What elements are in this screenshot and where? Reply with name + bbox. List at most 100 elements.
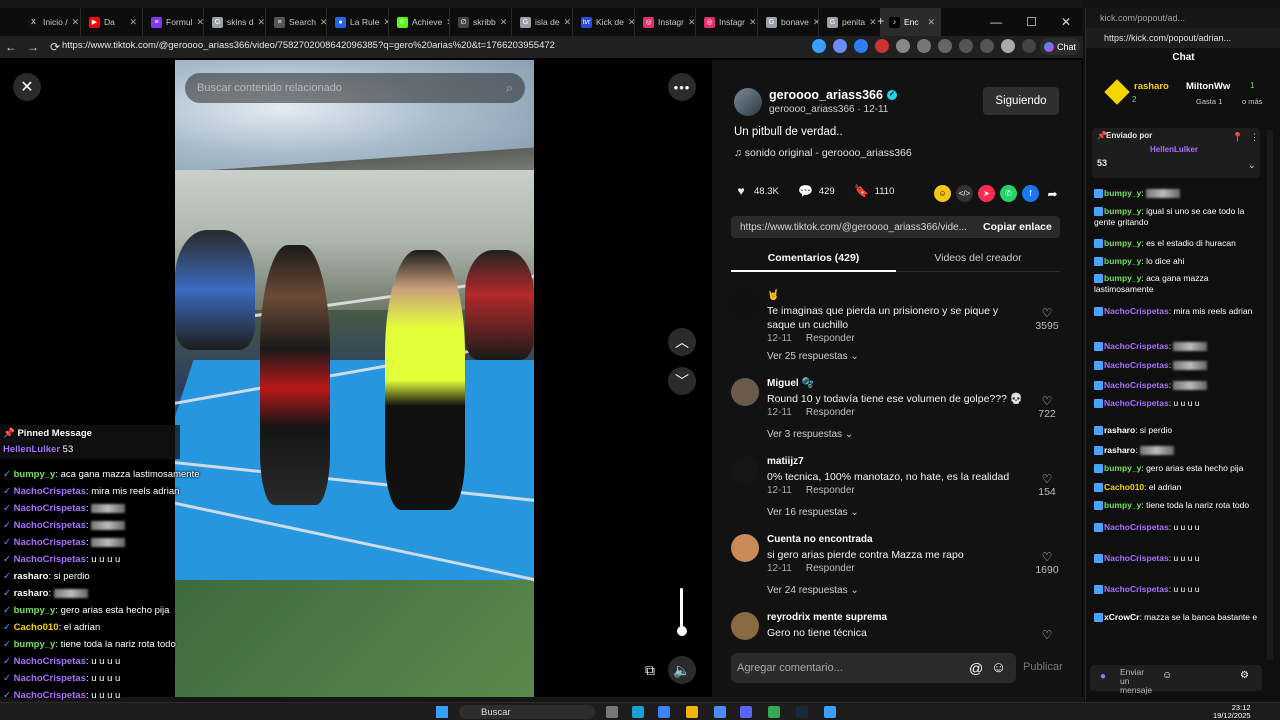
tab-close-icon[interactable]: ✕: [257, 17, 265, 28]
whatsapp-icon[interactable]: ✆: [1000, 185, 1017, 202]
forward-icon[interactable]: →: [22, 40, 44, 54]
browser-tab[interactable]: ∅ skribb ✕: [450, 8, 512, 36]
commenter-name[interactable]: Cuenta no encontrada: [767, 534, 873, 545]
tab-close-icon[interactable]: ✕: [927, 17, 940, 28]
url-field[interactable]: https://www.tiktok.com/@geroooo_ariass36…: [62, 40, 555, 51]
related-search-input[interactable]: Buscar contenido relacionado ⌕: [185, 73, 525, 103]
browser-tab[interactable]: X Inicio / ✕: [20, 8, 81, 36]
commenter-avatar[interactable]: [731, 378, 759, 406]
embed-icon[interactable]: </>: [956, 185, 973, 202]
commenter-avatar[interactable]: [731, 456, 759, 484]
chat-username[interactable]: NachoCrispetas: [1104, 522, 1169, 532]
send-icon[interactable]: ➤: [978, 185, 995, 202]
tab-close-icon[interactable]: ✕: [129, 17, 142, 28]
chat-username[interactable]: bumpy_y: [1104, 256, 1141, 266]
more-menu-icon[interactable]: [1022, 39, 1036, 53]
browser-tab[interactable]: Gisla de ✕: [512, 8, 573, 36]
chat-username[interactable]: NachoCrispetas: [1104, 584, 1169, 594]
discord-icon[interactable]: [740, 706, 752, 718]
new-tab-button[interactable]: +: [877, 14, 884, 28]
kick-chat-scrollbar[interactable]: [1267, 130, 1273, 660]
commenter-avatar[interactable]: [731, 612, 759, 640]
commenter-name[interactable]: matiijz7: [767, 456, 804, 467]
reply-button[interactable]: Responder: [806, 563, 855, 574]
extension-icon[interactable]: [875, 39, 889, 53]
commenter-avatar[interactable]: [731, 290, 759, 318]
tab-close-icon[interactable]: ✕: [320, 17, 326, 28]
comment-icon[interactable]: 💬: [798, 184, 813, 198]
browser-tab[interactable]: ≡ Search ✕: [266, 8, 327, 36]
steam-icon[interactable]: [796, 706, 808, 718]
minimize-icon[interactable]: —: [990, 15, 1002, 29]
chat-username[interactable]: bumpy_y: [1104, 500, 1141, 510]
following-button[interactable]: Siguiendo: [983, 87, 1059, 115]
author-avatar[interactable]: [734, 88, 762, 116]
maximize-icon[interactable]: ☐: [1026, 15, 1037, 29]
extension-icon[interactable]: [917, 39, 931, 53]
comment-like[interactable]: ♡ 154: [1027, 472, 1067, 498]
chat-username[interactable]: bumpy_y: [1104, 188, 1141, 198]
sound-link[interactable]: ♫ sonido original - geroooo_ariass366: [734, 147, 912, 159]
volume-icon[interactable]: 🔈: [668, 656, 696, 684]
chat-username[interactable]: bumpy_y: [1104, 206, 1141, 216]
tab-close-icon[interactable]: ✕: [628, 17, 634, 28]
tab-comments[interactable]: Comentarios (429): [731, 252, 896, 272]
edge-icon[interactable]: [632, 706, 644, 718]
browser-tab[interactable]: ≡ Formul ✕: [143, 8, 204, 36]
tab-close-icon[interactable]: ✕: [500, 17, 511, 28]
commenter-avatar[interactable]: [731, 534, 759, 562]
tab-close-icon[interactable]: ✕: [749, 17, 757, 28]
tab-close-icon[interactable]: ✕: [688, 17, 695, 28]
browser-tab[interactable]: Gpenita ✕: [819, 8, 881, 36]
chat-username[interactable]: NachoCrispetas: [1104, 360, 1169, 370]
chat-username[interactable]: NachoCrispetas: [1104, 341, 1169, 351]
next-video-button[interactable]: ﹀: [668, 367, 696, 395]
tab-close-icon[interactable]: ✕: [564, 17, 572, 28]
kick-url-bar[interactable]: https://kick.com/popout/adrian...: [1086, 28, 1280, 48]
view-replies-button[interactable]: Ver 24 respuestas ⌄: [767, 585, 859, 596]
unpin-icon[interactable]: 📍: [1232, 132, 1243, 143]
taskbar-app-icon[interactable]: [824, 706, 836, 718]
extension-icon[interactable]: [938, 39, 952, 53]
chat-username[interactable]: bumpy_y: [1104, 238, 1141, 248]
extension-icon[interactable]: [896, 39, 910, 53]
chat-username[interactable]: Cacho010: [1104, 482, 1144, 492]
browser-tab[interactable]: KAchieve✕: [389, 8, 450, 36]
chat-username[interactable]: rasharo: [1104, 445, 1135, 455]
volume-slider-thumb[interactable]: [677, 626, 687, 636]
mention-icon[interactable]: @: [969, 660, 983, 676]
browser-tab[interactable]: Gskins d ✕: [204, 8, 266, 36]
author-username[interactable]: geroooo_ariass366 ✓: [769, 88, 897, 102]
browser-tab[interactable]: Gbonave✕: [758, 8, 819, 36]
taskbar-search[interactable]: Buscar: [459, 705, 595, 719]
publish-button[interactable]: Publicar: [1023, 661, 1063, 673]
browser-tab[interactable]: ▶ Da ✕: [81, 8, 143, 36]
chat-username[interactable]: NachoCrispetas: [1104, 398, 1169, 408]
tab-close-icon[interactable]: ✕: [72, 17, 80, 28]
reply-button[interactable]: Responder: [806, 333, 855, 344]
store-icon[interactable]: [658, 706, 670, 718]
browser-tab[interactable]: ●La Rule✕: [327, 8, 389, 36]
search-icon[interactable]: ⌕: [506, 80, 513, 96]
repost-icon[interactable]: ☺: [934, 185, 951, 202]
taskbar-app-icon[interactable]: [606, 706, 618, 718]
browser-tab[interactable]: tvr Kick de ✕: [573, 8, 635, 36]
close-icon[interactable]: ✕: [13, 73, 41, 101]
copilot-chat-button[interactable]: Chat: [1040, 38, 1080, 55]
mic-icon[interactable]: ●: [1100, 671, 1106, 682]
bookmark-icon[interactable]: 🔖: [854, 184, 869, 198]
extension-icon[interactable]: [833, 39, 847, 53]
settings-icon[interactable]: ⚙: [1240, 670, 1249, 681]
chat-username[interactable]: NachoCrispetas: [1104, 306, 1169, 316]
chat-username[interactable]: rasharo: [1104, 425, 1135, 435]
share-arrow-icon[interactable]: ➦: [1044, 185, 1061, 202]
emoji-icon[interactable]: ☺: [1162, 670, 1172, 681]
share-link-text[interactable]: https://www.tiktok.com/@geroooo_ariass36…: [731, 222, 971, 233]
reply-button[interactable]: Responder: [806, 485, 855, 496]
view-replies-button[interactable]: Ver 3 respuestas ⌄: [767, 429, 853, 440]
emoji-icon[interactable]: ☺: [991, 659, 1006, 676]
previous-video-button[interactable]: ︿: [668, 328, 696, 356]
comment-like[interactable]: ♡ 1690: [1027, 550, 1067, 576]
windows-start-icon[interactable]: [436, 706, 448, 718]
chat-username[interactable]: xCrowCr: [1104, 612, 1139, 622]
